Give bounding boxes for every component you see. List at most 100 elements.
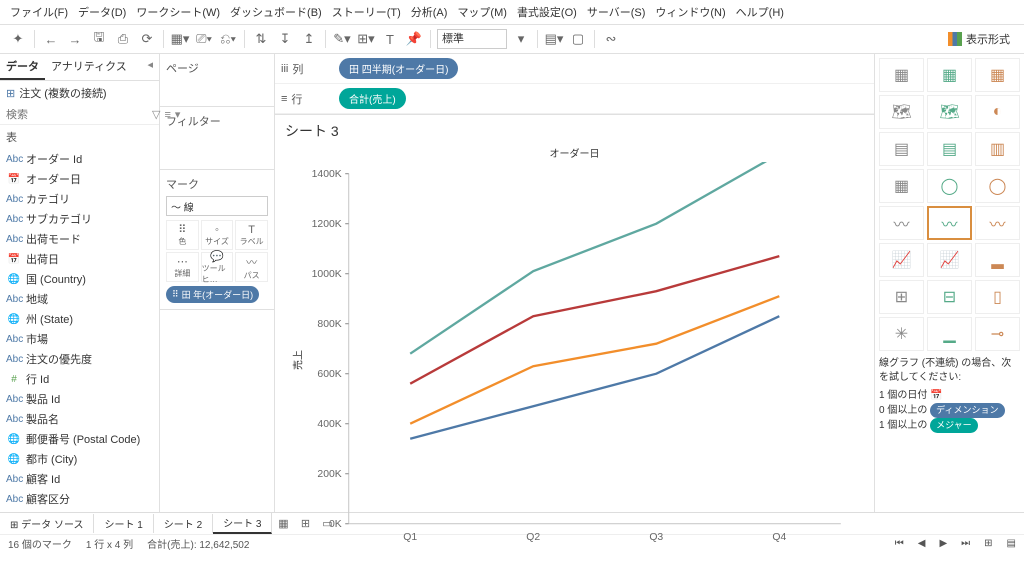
mark-type-select[interactable]: 〜 線 [166, 196, 268, 216]
field-item[interactable]: Abc顧客 Id [0, 469, 159, 489]
field-item[interactable]: #行 Id [0, 369, 159, 389]
duplicate-icon[interactable]: ⎚▾ [194, 29, 214, 49]
showme-thumb[interactable]: ⊟ [927, 280, 972, 314]
save-icon[interactable]: 🖫 [89, 29, 109, 49]
showme-thumb[interactable]: 〰 [975, 206, 1020, 240]
search-input[interactable] [6, 109, 148, 121]
menu-file[interactable]: ファイル(F) [6, 2, 72, 22]
show-me-label: 表示形式 [966, 31, 1010, 47]
mark-button[interactable]: Tラベル [235, 220, 268, 250]
menu-map[interactable]: マップ(M) [453, 2, 511, 22]
mark-button[interactable]: 💬ツールヒ… [201, 252, 234, 282]
sheet-tab-2[interactable]: シート 2 [154, 514, 213, 533]
field-item[interactable]: Abc顧客名 [0, 509, 159, 512]
swap-icon[interactable]: ⇅ [251, 29, 271, 49]
field-item[interactable]: Abc出荷モード [0, 229, 159, 249]
showme-thumb[interactable]: ▁ [927, 317, 972, 351]
showme-thumb[interactable]: ◯ [927, 169, 972, 203]
showme-thumb[interactable]: ⊸ [975, 317, 1020, 351]
show-cards-icon[interactable]: ▤▾ [544, 29, 564, 49]
fit-select[interactable]: 標準 [437, 29, 507, 49]
sheet-title[interactable]: シート 3 [285, 121, 864, 141]
field-item[interactable]: 📅オーダー日 [0, 169, 159, 189]
labels-icon[interactable]: T [380, 29, 400, 49]
showme-thumb[interactable]: ▥ [975, 132, 1020, 166]
undo-icon[interactable]: ← [41, 29, 61, 49]
mark-button[interactable]: ⠿色 [166, 220, 199, 250]
tab-analytics[interactable]: アナリティクス [45, 54, 133, 80]
menu-server[interactable]: サーバー(S) [583, 2, 650, 22]
menu-dashboard[interactable]: ダッシュボード(B) [226, 2, 326, 22]
field-item[interactable]: Abc注文の優先度 [0, 349, 159, 369]
field-item[interactable]: Abc地域 [0, 289, 159, 309]
field-item[interactable]: 📅出荷日 [0, 249, 159, 269]
field-item[interactable]: 🌐州 (State) [0, 309, 159, 329]
sort-desc-icon[interactable]: ↥ [299, 29, 319, 49]
rows-pill[interactable]: 合計(売上) [339, 88, 406, 109]
refresh-icon[interactable]: ⟳ [137, 29, 157, 49]
field-item[interactable]: 🌐都市 (City) [0, 449, 159, 469]
showme-thumb[interactable]: ▦ [975, 58, 1020, 92]
field-item[interactable]: Abc製品名 [0, 409, 159, 429]
share-icon[interactable]: ∾ [601, 29, 621, 49]
showme-thumb[interactable]: ◐ [975, 95, 1020, 129]
chart-area[interactable]: 売上 0K200K400K600K800K1000K1200K1400KQ1Q2… [285, 162, 864, 559]
menu-help[interactable]: ヘルプ(H) [732, 2, 788, 22]
menu-format[interactable]: 書式設定(O) [513, 2, 581, 22]
showme-thumb[interactable]: ▤ [927, 132, 972, 166]
showme-thumb[interactable]: ▦ [927, 58, 972, 92]
showme-thumb-icon: ⊸ [991, 324, 1004, 344]
tab-data[interactable]: データ [0, 54, 45, 80]
highlight-icon[interactable]: ✎▾ [332, 29, 352, 49]
tableau-logo-icon[interactable]: ✦ [8, 29, 28, 49]
clear-icon[interactable]: ⎌▾ [218, 29, 238, 49]
showme-thumb[interactable]: ▯ [975, 280, 1020, 314]
pane-collapse-icon[interactable]: ◂ [141, 54, 159, 80]
showme-thumb[interactable]: 🗺 [927, 95, 972, 129]
showme-thumb[interactable]: 〰 [927, 206, 972, 240]
sort-asc-icon[interactable]: ↧ [275, 29, 295, 49]
field-item[interactable]: 🌐郵便番号 (Postal Code) [0, 429, 159, 449]
field-item[interactable]: Abc市場 [0, 329, 159, 349]
showme-thumb[interactable]: ✳ [879, 317, 924, 351]
showme-thumb[interactable]: ▂ [975, 243, 1020, 277]
fit-dropdown-icon[interactable]: ▾ [511, 29, 531, 49]
field-item[interactable]: Abc顧客区分 [0, 489, 159, 509]
presentation-icon[interactable]: ▢ [568, 29, 588, 49]
redo-icon[interactable]: → [65, 29, 85, 49]
pin-icon[interactable]: 📌 [404, 29, 424, 49]
field-list[interactable]: Abcオーダー Id📅オーダー日AbcカテゴリAbcサブカテゴリAbc出荷モード… [0, 149, 159, 512]
showme-thumb[interactable]: ▤ [879, 132, 924, 166]
showme-thumb[interactable]: 〰 [879, 206, 924, 240]
showme-thumb[interactable]: 📈 [879, 243, 924, 277]
sheet-tab-1[interactable]: シート 1 [94, 514, 153, 533]
sheet-tab-3[interactable]: シート 3 [213, 513, 272, 534]
field-item[interactable]: Abcカテゴリ [0, 189, 159, 209]
menu-story[interactable]: ストーリー(T) [328, 2, 405, 22]
datasource-item[interactable]: ⊞ 注文 (複数の接続) [0, 81, 159, 105]
columns-pill[interactable]: 田 四半期(オーダー日) [339, 58, 458, 79]
showme-thumb[interactable]: ▦ [879, 58, 924, 92]
showme-thumb[interactable]: ◯ [975, 169, 1020, 203]
mark-button[interactable]: ⋯詳細 [166, 252, 199, 282]
menu-analysis[interactable]: 分析(A) [407, 2, 452, 22]
new-data-icon[interactable]: ⎙ [113, 29, 133, 49]
show-me-button[interactable]: 表示形式 [942, 29, 1016, 49]
mark-button[interactable]: ◦サイズ [201, 220, 234, 250]
showme-thumb[interactable]: 🗺 [879, 95, 924, 129]
field-item[interactable]: Abcオーダー Id [0, 149, 159, 169]
mark-button[interactable]: 〰パス [235, 252, 268, 282]
field-item[interactable]: 🌐国 (Country) [0, 269, 159, 289]
field-item[interactable]: Abc製品 Id [0, 389, 159, 409]
group-icon[interactable]: ⊞▾ [356, 29, 376, 49]
color-pill[interactable]: ⠿ 田 年(オーダー日) [166, 286, 259, 303]
new-worksheet-icon[interactable]: ▦▾ [170, 29, 190, 49]
field-item[interactable]: Abcサブカテゴリ [0, 209, 159, 229]
showme-thumb[interactable]: ⊞ [879, 280, 924, 314]
menu-window[interactable]: ウィンドウ(N) [651, 2, 729, 22]
showme-thumb[interactable]: ▦ [879, 169, 924, 203]
data-source-tab[interactable]: ⊞ データ ソース [0, 514, 94, 533]
menu-worksheet[interactable]: ワークシート(W) [132, 2, 224, 22]
menu-data[interactable]: データ(D) [74, 2, 130, 22]
showme-thumb[interactable]: 📈 [927, 243, 972, 277]
